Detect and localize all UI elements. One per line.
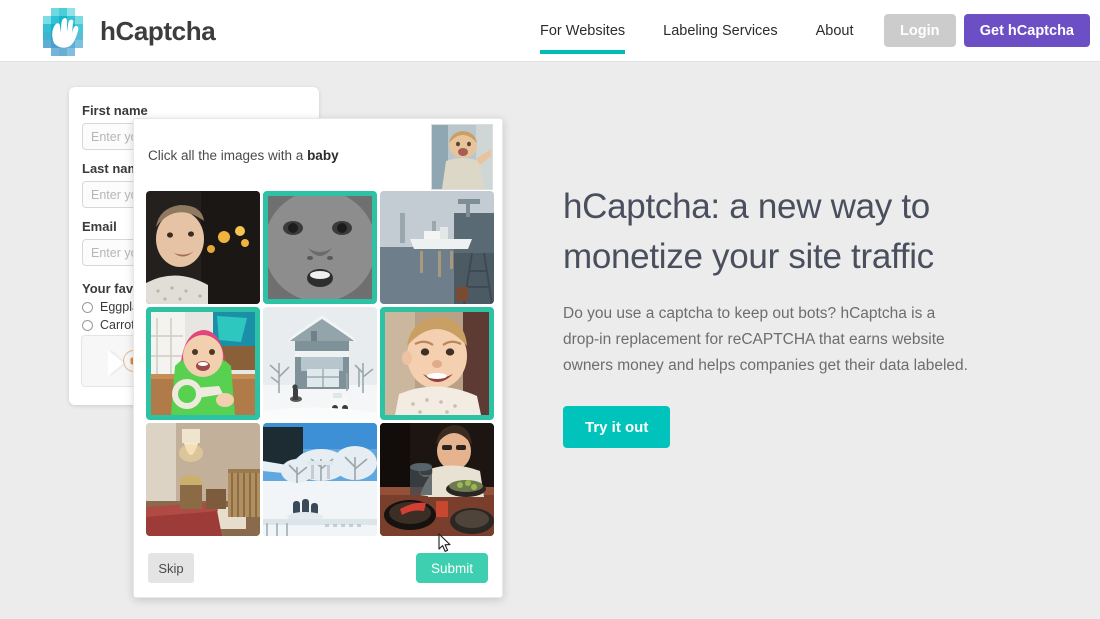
tile-image-baby-green: [151, 312, 255, 415]
prompt-target: baby: [307, 147, 339, 163]
tile-image-baby-color: [385, 312, 489, 415]
tile-image-snow-house: [263, 307, 377, 420]
tile-image-cooking: [380, 423, 494, 536]
nav-label: Labeling Services: [663, 23, 778, 39]
nav-item-about[interactable]: About: [816, 0, 854, 62]
first-name-label: First name: [82, 103, 148, 118]
hero-section: hCaptcha: a new way to monetize your sit…: [563, 182, 983, 449]
nav-label: About: [815, 23, 854, 39]
captcha-tile-2[interactable]: [380, 191, 494, 304]
login-button[interactable]: Login: [883, 14, 956, 47]
captcha-header: Click all the images with a baby: [134, 119, 502, 191]
callout-arrow: [108, 350, 124, 376]
captcha-tile-6[interactable]: [146, 423, 260, 536]
tile-image-man-portrait: [146, 191, 260, 304]
brand[interactable]: hCaptcha: [38, 5, 216, 57]
tile-image-baby-bw: [268, 196, 372, 299]
captcha-tile-7[interactable]: [263, 423, 377, 536]
tile-image-bedroom: [146, 423, 260, 536]
site-header: hCaptcha For Websites Labeling Services …: [0, 0, 1100, 62]
captcha-tile-3[interactable]: [146, 307, 260, 420]
captcha-tile-4[interactable]: [263, 307, 377, 420]
try-it-out-button[interactable]: Try it out: [563, 406, 671, 449]
hcaptcha-hand-logo-icon: [38, 5, 88, 57]
nav-item-labeling-services[interactable]: Labeling Services: [663, 0, 777, 62]
mouse-cursor-icon: [438, 533, 452, 558]
captcha-tile-1[interactable]: [263, 191, 377, 304]
captcha-prompt: Click all the images with a baby: [148, 148, 339, 163]
skip-button[interactable]: Skip: [148, 553, 194, 583]
radio-circle-icon: [82, 319, 93, 331]
hero-description: Do you use a captcha to keep out bots? h…: [563, 305, 968, 374]
get-hcaptcha-button[interactable]: Get hCaptcha: [963, 14, 1090, 47]
main-nav: For Websites Labeling Services About: [540, 0, 854, 62]
prompt-prefix: Click all the images with a: [148, 147, 308, 163]
header-actions: Login Get hCaptcha: [883, 14, 1090, 47]
radio-label: Carrot: [100, 318, 135, 332]
captcha-tile-5[interactable]: [380, 307, 494, 420]
captcha-tile-8[interactable]: [380, 423, 494, 536]
captcha-image-grid: [134, 191, 502, 536]
submit-button[interactable]: Submit: [416, 553, 488, 583]
captcha-challenge-panel: Click all the images with a baby Skip Su…: [133, 118, 503, 598]
example-thumbnail: [431, 124, 493, 190]
tile-image-harbor: [380, 191, 494, 304]
captcha-tile-0[interactable]: [146, 191, 260, 304]
brand-name: hCaptcha: [100, 15, 216, 46]
nav-item-for-websites[interactable]: For Websites: [540, 0, 626, 62]
page-title: hCaptcha: a new way to monetize your sit…: [563, 187, 934, 276]
nav-label: For Websites: [540, 23, 626, 39]
radio-circle-icon: [82, 301, 93, 313]
tile-image-snow-garden: [263, 423, 377, 536]
